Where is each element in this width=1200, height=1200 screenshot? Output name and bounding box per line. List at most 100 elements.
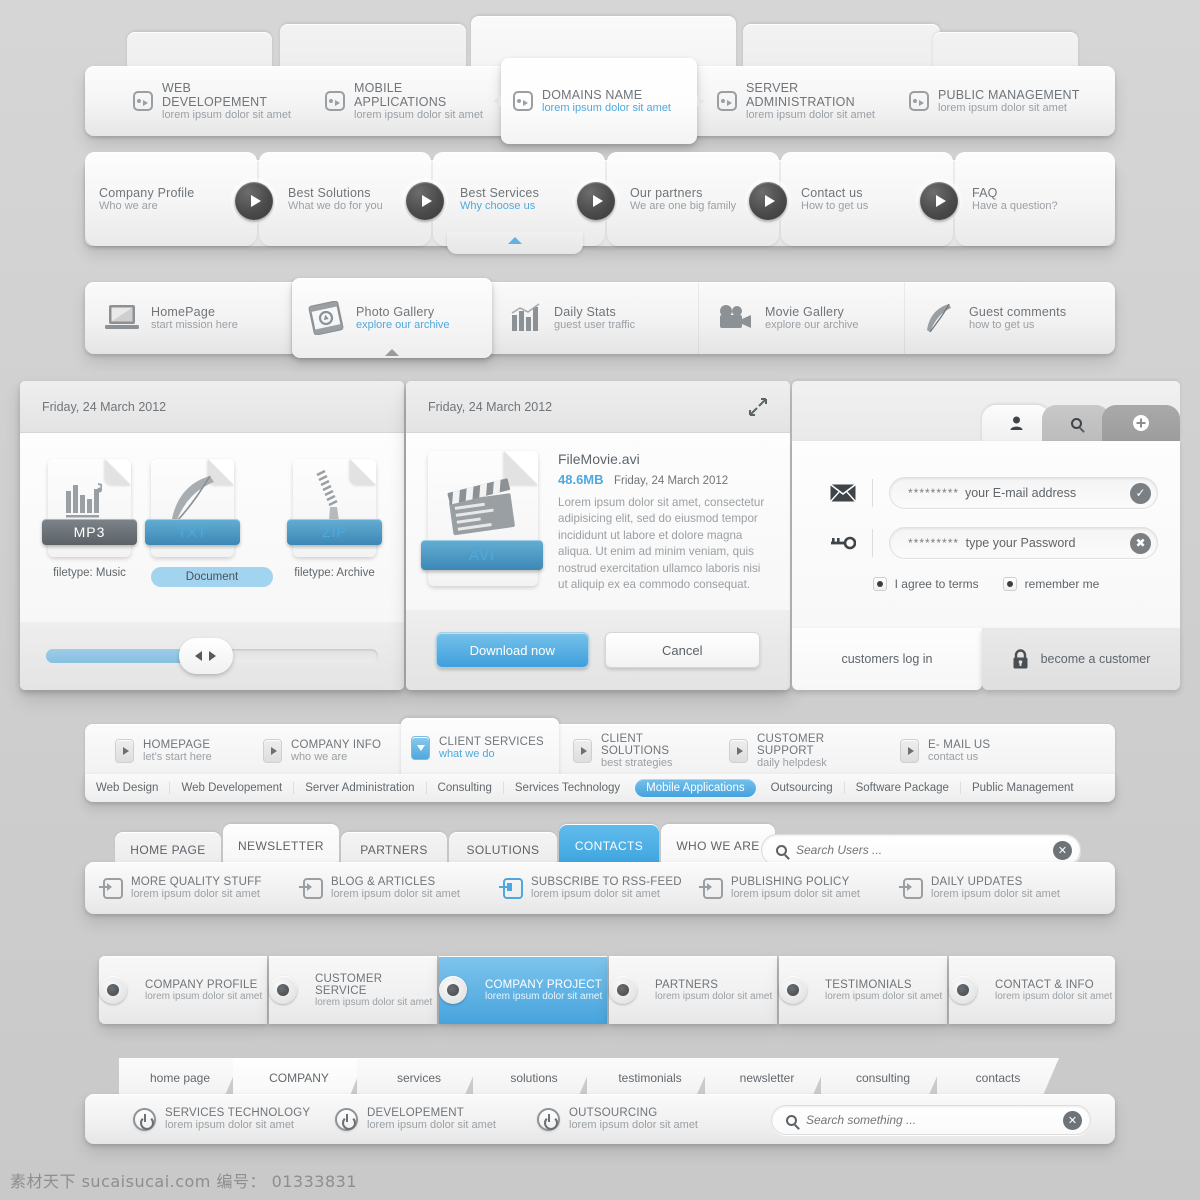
clapperboard-icon	[447, 478, 515, 536]
nl-item-publishing-policy[interactable]: PUBLISHING POLICY lorem ipsum dolor sit …	[699, 862, 893, 914]
prev-arrow-icon[interactable]	[195, 651, 203, 661]
file-date: Friday, 24 March 2012	[613, 475, 729, 487]
nav-item-public-management[interactable]: PUBLIC MANAGEMENT lorem ipsum dolor sit …	[897, 66, 1097, 136]
footer-item-outsourcing[interactable]: OUTSOURCING lorem ipsum dolor sit amet	[537, 1094, 752, 1144]
nav-item-server-administration[interactable]: SERVER ADMINISTRATION lorem ipsum dolor …	[705, 66, 905, 136]
nav-item-title: PUBLIC MANAGEMENT	[938, 88, 1080, 102]
search-users-input[interactable]	[796, 843, 1044, 857]
cp-item-customer-service[interactable]: CUSTOMER SERVICE lorem ipsum dolor sit a…	[269, 956, 437, 1024]
cs-item-homepage[interactable]: HOMEPAGE let's start here	[105, 724, 250, 778]
cp-item-company-project[interactable]: COMPANY PROJECT lorem ipsum dolor sit am…	[439, 956, 607, 1024]
cp-item-company-profile[interactable]: COMPANY PROFILE lorem ipsum dolor sit am…	[99, 956, 267, 1024]
footer-tab-contacts[interactable]: contacts	[937, 1058, 1059, 1098]
footer-tab-company[interactable]: COMPANY	[233, 1058, 365, 1098]
login-form: ********* your E-mail address ✓ ********…	[792, 441, 1180, 628]
cs-item-email-us[interactable]: E- MAIL US contact us	[890, 724, 1030, 778]
search-something-input[interactable]	[806, 1113, 1054, 1127]
login-tab-search[interactable]	[1042, 405, 1110, 441]
remember-checkbox-row[interactable]: remember me	[1002, 577, 1099, 591]
company-nav-item-contact-us[interactable]: Contact us How to get us	[801, 186, 868, 212]
cp-item-contact-info[interactable]: CONTACT & INFO lorem ipsum dolor sit ame…	[949, 956, 1115, 1024]
remember-checkbox[interactable]	[1002, 577, 1017, 591]
file-tile-zip[interactable]: ZIP filetype: Archive	[287, 459, 382, 579]
footer-tab-testimonials[interactable]: testimonials	[587, 1058, 713, 1098]
footer-tab-services[interactable]: services	[357, 1058, 481, 1098]
cs-item-client-solutions[interactable]: CLIENT SOLUTIONS best strategies	[563, 724, 715, 778]
cs-item-client-services[interactable]: CLIENT SERVICES what we do	[401, 718, 559, 778]
nav-item-mobile-applications[interactable]: MOBILE APPLICATIONS lorem ipsum dolor si…	[313, 66, 503, 136]
cs-item-company-info[interactable]: COMPANY INFO who we are	[253, 724, 398, 778]
email-field[interactable]: ********* your E-mail address ✓	[889, 477, 1158, 509]
download-now-button[interactable]: Download now	[436, 632, 589, 668]
item-subtitle: lorem ipsum dolor sit amet	[145, 990, 263, 1002]
terms-checkbox-row[interactable]: I agree to terms	[872, 577, 979, 591]
subnav-item[interactable]: Server Administration	[294, 782, 427, 794]
subnav-item[interactable]: Public Management	[961, 782, 1085, 794]
play-box-icon	[573, 739, 592, 763]
next-arrow-icon[interactable]	[209, 651, 217, 661]
company-nav-item-best-solutions[interactable]: Best Solutions What we do for you	[288, 186, 383, 212]
nl-item-blog-articles[interactable]: BLOG & ARTICLES lorem ipsum dolor sit am…	[299, 862, 493, 914]
company-nav-item-our-partners[interactable]: Our partners We are one big family	[630, 186, 736, 212]
footer-tab-consulting[interactable]: consulting	[821, 1058, 945, 1098]
gallery-nav-item-movie-gallery[interactable]: Movie Gallery explore our archive	[701, 282, 905, 354]
footer-tab-home-page[interactable]: home page	[119, 1058, 241, 1098]
item-subtitle: lorem ipsum dolor sit amet	[931, 888, 1060, 900]
gallery-nav-item-homepage[interactable]: HomePage start mission here	[89, 282, 292, 354]
play-button-2[interactable]	[406, 182, 444, 220]
login-tab-user[interactable]	[982, 405, 1050, 441]
subnav-item[interactable]: Web Developement	[170, 782, 295, 794]
play-button-4[interactable]	[749, 182, 787, 220]
subnav-item[interactable]: Services Technology	[504, 782, 631, 794]
login-tab-add[interactable]	[1102, 405, 1180, 441]
item-title: HomePage	[151, 305, 216, 319]
subnav-item[interactable]: Consulting	[427, 782, 504, 794]
item-title: Best Services	[460, 186, 540, 200]
item-title: FAQ	[972, 186, 998, 200]
nl-item-more-quality-stuff[interactable]: MORE QUALITY STUFF lorem ipsum dolor sit…	[99, 862, 293, 914]
gallery-nav-item-daily-stats[interactable]: Daily Stats guest user traffic	[494, 282, 699, 354]
cp-item-partners[interactable]: PARTNERS lorem ipsum dolor sit amet	[609, 956, 777, 1024]
play-button-1[interactable]	[235, 182, 273, 220]
footer-item-developement[interactable]: DEVELOPEMENT lorem ipsum dolor sit amet	[335, 1094, 550, 1144]
nav-item-web-developement[interactable]: WEB DEVELOPEMENT lorem ipsum dolor sit a…	[121, 66, 311, 136]
gallery-nav-item-guest-comments[interactable]: Guest comments how to get us	[907, 282, 1111, 354]
company-nav-item-faq[interactable]: FAQ Have a question?	[972, 186, 1058, 212]
subnav-item[interactable]: Outsourcing	[760, 782, 845, 794]
clear-icon[interactable]: ✕	[1063, 1110, 1082, 1130]
company-nav-item-company-profile[interactable]: Company Profile Who we are	[99, 186, 194, 212]
terms-checkbox[interactable]	[872, 577, 887, 591]
file-carousel-slider[interactable]	[46, 638, 378, 674]
item-subtitle: lorem ipsum dolor sit amet	[485, 990, 603, 1002]
gallery-nav-item-photo-gallery[interactable]: Photo Gallery explore our archive	[292, 278, 492, 358]
cs-item-customer-support[interactable]: CUSTOMER SUPPORT daily helpdesk	[719, 724, 884, 778]
item-subtitle: who we are	[291, 751, 348, 763]
nav-item-subtitle: lorem ipsum dolor sit amet	[938, 102, 1067, 114]
footer-tab-solutions[interactable]: solutions	[473, 1058, 595, 1098]
file-icon-txt: TXT	[145, 459, 240, 557]
footer-item-services-technology[interactable]: SERVICES TECHNOLOGY lorem ipsum dolor si…	[133, 1094, 348, 1144]
cp-item-testimonials[interactable]: TESTIMONIALS lorem ipsum dolor sit amet	[779, 956, 947, 1024]
company-nav-item-best-services[interactable]: Best Services Why choose us	[460, 186, 539, 212]
play-button-3[interactable]	[577, 182, 615, 220]
play-button-5[interactable]	[920, 182, 958, 220]
file-tile-mp3[interactable]: MP3 filetype: Music	[42, 459, 137, 579]
play-box-icon	[263, 739, 282, 763]
subnav-item[interactable]: Web Design	[85, 782, 171, 794]
subnav-item[interactable]: Software Package	[845, 782, 961, 794]
cancel-button[interactable]: Cancel	[604, 632, 760, 668]
nl-item-subscribe-rss[interactable]: SUBSCRIBE TO RSS-FEED lorem ipsum dolor …	[499, 862, 703, 914]
item-title: Contact us	[801, 186, 863, 200]
search-something-box[interactable]: ✕	[771, 1105, 1091, 1135]
slider-knob[interactable]	[178, 638, 233, 674]
subnav-item-active[interactable]: Mobile Applications	[635, 779, 756, 797]
customers-login-tab[interactable]: customers log in	[792, 628, 982, 690]
clear-icon[interactable]: ✕	[1053, 840, 1072, 860]
file-tile-txt[interactable]: TXT Document	[145, 459, 273, 587]
expand-arrows-icon[interactable]	[748, 397, 768, 417]
nl-item-daily-updates[interactable]: DAILY UPDATES lorem ipsum dolor sit amet	[899, 862, 1093, 914]
nav-item-domains-name[interactable]: DOMAINS NAME lorem ipsum dolor sit amet	[494, 58, 704, 144]
become-customer-tab[interactable]: become a customer	[982, 628, 1180, 690]
password-field[interactable]: ********* type your Password ✖	[889, 527, 1158, 559]
footer-tab-newsletter[interactable]: newsletter	[705, 1058, 829, 1098]
